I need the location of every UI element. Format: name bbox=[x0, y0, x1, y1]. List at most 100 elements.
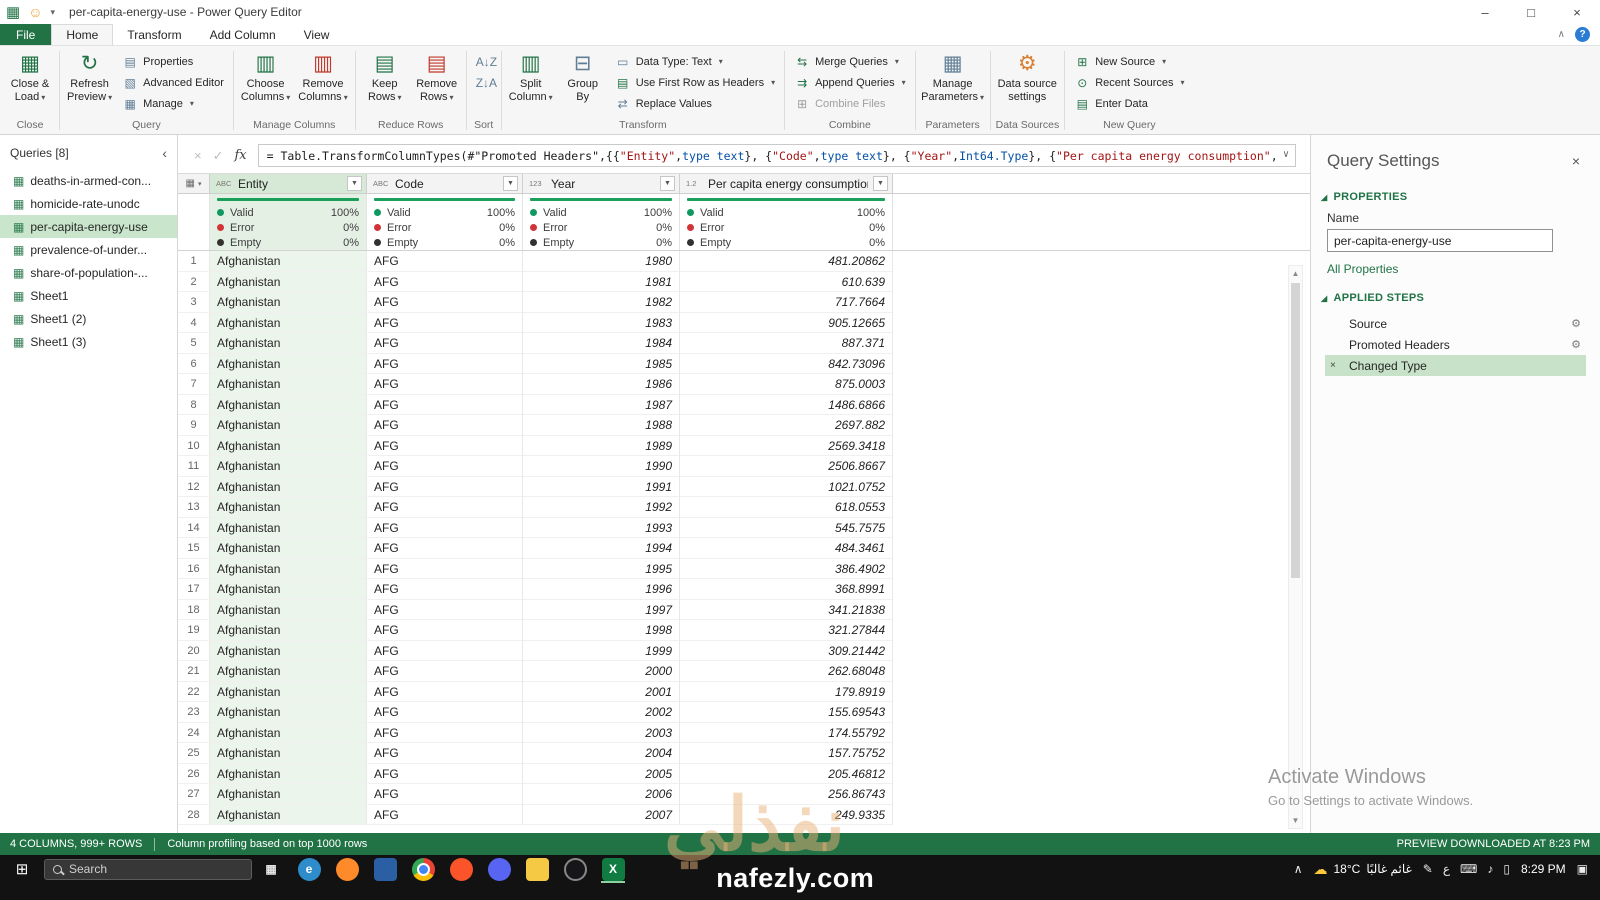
filter-dropdown-icon[interactable]: ▼ bbox=[873, 176, 888, 191]
step-settings-gear-icon[interactable]: ⚙ bbox=[1571, 338, 1581, 351]
photos-app-taskbar-button[interactable] bbox=[366, 855, 404, 883]
cell-per-capita-energy-consumption[interactable]: 256.86743 bbox=[680, 784, 893, 805]
row-number[interactable]: 21 bbox=[178, 661, 210, 682]
tab-file[interactable]: File bbox=[0, 24, 51, 45]
row-number[interactable]: 27 bbox=[178, 784, 210, 805]
row-number[interactable]: 7 bbox=[178, 374, 210, 395]
cell-year[interactable]: 2003 bbox=[523, 723, 680, 744]
cell-per-capita-energy-consumption[interactable]: 618.0553 bbox=[680, 497, 893, 518]
filter-dropdown-icon[interactable]: ▼ bbox=[660, 176, 675, 191]
new-source-button[interactable]: ⊞New Source▾ bbox=[1069, 51, 1189, 72]
touch-keyboard-icon[interactable]: ⌨ bbox=[1460, 862, 1477, 876]
cell-entity[interactable]: Afghanistan bbox=[210, 538, 367, 559]
cell-code[interactable]: AFG bbox=[367, 579, 523, 600]
cell-code[interactable]: AFG bbox=[367, 395, 523, 416]
cell-year[interactable]: 1989 bbox=[523, 436, 680, 457]
row-number[interactable]: 22 bbox=[178, 682, 210, 703]
applied-step-changed-type[interactable]: ×Changed Type bbox=[1325, 355, 1586, 376]
cell-per-capita-energy-consumption[interactable]: 481.20862 bbox=[680, 251, 893, 272]
cell-year[interactable]: 1982 bbox=[523, 292, 680, 313]
applied-step-promoted-headers[interactable]: Promoted Headers⚙ bbox=[1325, 334, 1586, 355]
row-number[interactable]: 28 bbox=[178, 805, 210, 826]
cell-entity[interactable]: Afghanistan bbox=[210, 620, 367, 641]
cell-code[interactable]: AFG bbox=[367, 723, 523, 744]
cell-code[interactable]: AFG bbox=[367, 538, 523, 559]
query-item-share-of-population[interactable]: ▦share-of-population-... bbox=[0, 261, 177, 284]
pen-icon[interactable]: ✎ bbox=[1423, 862, 1433, 876]
cell-code[interactable]: AFG bbox=[367, 743, 523, 764]
row-number[interactable]: 16 bbox=[178, 559, 210, 580]
cell-year[interactable]: 1980 bbox=[523, 251, 680, 272]
tab-view[interactable]: View bbox=[290, 24, 344, 45]
cell-code[interactable]: AFG bbox=[367, 333, 523, 354]
cell-year[interactable]: 2005 bbox=[523, 764, 680, 785]
feedback-smiley-icon[interactable]: ☺ bbox=[28, 4, 42, 20]
cell-entity[interactable]: Afghanistan bbox=[210, 682, 367, 703]
cell-code[interactable]: AFG bbox=[367, 477, 523, 498]
use-first-row-as-headers-button[interactable]: ▤Use First Row as Headers▾ bbox=[610, 72, 780, 93]
cell-code[interactable]: AFG bbox=[367, 272, 523, 293]
cell-year[interactable]: 1999 bbox=[523, 641, 680, 662]
chrome-browser-taskbar-button[interactable] bbox=[404, 855, 442, 883]
data-type-text-button[interactable]: ▭Data Type: Text▾ bbox=[610, 51, 780, 72]
cell-code[interactable]: AFG bbox=[367, 682, 523, 703]
row-number[interactable]: 20 bbox=[178, 641, 210, 662]
cell-code[interactable]: AFG bbox=[367, 518, 523, 539]
cell-code[interactable]: AFG bbox=[367, 415, 523, 436]
split-column-button[interactable]: ▥Split Column▾ bbox=[506, 49, 556, 106]
cell-year[interactable]: 2006 bbox=[523, 784, 680, 805]
query-item-homicide-rate-unodc[interactable]: ▦homicide-rate-unodc bbox=[0, 192, 177, 215]
row-number[interactable]: 8 bbox=[178, 395, 210, 416]
close-load-button[interactable]: ▦Close & Load▾ bbox=[5, 49, 55, 106]
cell-code[interactable]: AFG bbox=[367, 292, 523, 313]
cell-entity[interactable]: Afghanistan bbox=[210, 415, 367, 436]
cell-entity[interactable]: Afghanistan bbox=[210, 292, 367, 313]
item-button[interactable]: Z↓A bbox=[471, 72, 497, 93]
volume-icon[interactable]: ♪ bbox=[1487, 862, 1493, 876]
tab-home[interactable]: Home bbox=[51, 24, 113, 45]
scrollbar-thumb[interactable] bbox=[1291, 283, 1300, 578]
cell-year[interactable]: 1987 bbox=[523, 395, 680, 416]
cell-entity[interactable]: Afghanistan bbox=[210, 702, 367, 723]
tab-transform[interactable]: Transform bbox=[113, 24, 195, 45]
query-name-input[interactable] bbox=[1327, 229, 1553, 252]
cell-entity[interactable]: Afghanistan bbox=[210, 456, 367, 477]
help-icon[interactable]: ? bbox=[1575, 27, 1590, 42]
cell-year[interactable]: 1996 bbox=[523, 579, 680, 600]
cell-year[interactable]: 1997 bbox=[523, 600, 680, 621]
collapse-ribbon-icon[interactable]: ∧ bbox=[1558, 29, 1565, 40]
cell-code[interactable]: AFG bbox=[367, 620, 523, 641]
scroll-down-icon[interactable]: ▼ bbox=[1289, 813, 1302, 828]
cell-year[interactable]: 1985 bbox=[523, 354, 680, 375]
vertical-scrollbar[interactable]: ▲ ▼ bbox=[1288, 265, 1303, 829]
notification-center-icon[interactable]: ▣ bbox=[1577, 862, 1588, 876]
cell-code[interactable]: AFG bbox=[367, 497, 523, 518]
enter-data-button[interactable]: ▤Enter Data bbox=[1069, 93, 1189, 114]
data-source-settings-button[interactable]: ⚙Data source settings bbox=[995, 49, 1060, 106]
cell-per-capita-energy-consumption[interactable]: 386.4902 bbox=[680, 559, 893, 580]
properties-button[interactable]: ▤Properties bbox=[117, 51, 229, 72]
row-number[interactable]: 12 bbox=[178, 477, 210, 498]
cell-year[interactable]: 1992 bbox=[523, 497, 680, 518]
row-number[interactable]: 15 bbox=[178, 538, 210, 559]
cell-per-capita-energy-consumption[interactable]: 321.27844 bbox=[680, 620, 893, 641]
choose-columns-button[interactable]: ▥Choose Columns▾ bbox=[238, 49, 293, 106]
discord-app-taskbar-button[interactable] bbox=[480, 855, 518, 883]
cell-year[interactable]: 1988 bbox=[523, 415, 680, 436]
row-number[interactable]: 10 bbox=[178, 436, 210, 457]
cell-entity[interactable]: Afghanistan bbox=[210, 477, 367, 498]
row-number[interactable]: 9 bbox=[178, 415, 210, 436]
row-number[interactable]: 17 bbox=[178, 579, 210, 600]
minimize-button[interactable]: – bbox=[1462, 0, 1508, 24]
cell-entity[interactable]: Afghanistan bbox=[210, 436, 367, 457]
close-panel-icon[interactable]: × bbox=[1572, 153, 1580, 169]
cell-per-capita-energy-consumption[interactable]: 2569.3418 bbox=[680, 436, 893, 457]
cell-code[interactable]: AFG bbox=[367, 784, 523, 805]
cell-code[interactable]: AFG bbox=[367, 641, 523, 662]
cell-entity[interactable]: Afghanistan bbox=[210, 559, 367, 580]
cell-entity[interactable]: Afghanistan bbox=[210, 374, 367, 395]
row-number[interactable]: 13 bbox=[178, 497, 210, 518]
weather-widget[interactable]: ☁ 18°C غائم غالبًا bbox=[1314, 861, 1412, 878]
remove-columns-button[interactable]: ▥Remove Columns▾ bbox=[295, 49, 350, 106]
item-button[interactable]: A↓Z bbox=[471, 51, 497, 72]
